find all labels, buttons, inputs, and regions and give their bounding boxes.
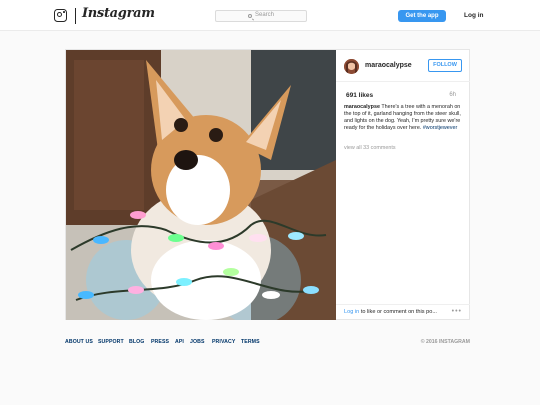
post-header: maraocalypse FOLLOW [336, 50, 470, 82]
instagram-camera-icon[interactable] [54, 9, 67, 22]
post-photo[interactable] [66, 50, 336, 320]
footer-link-api[interactable]: API [175, 339, 184, 345]
post-sidebar: maraocalypse FOLLOW 691 likes 6h maraoca… [336, 50, 470, 320]
post-caption: maraocalypse There's a tree with a menor… [344, 104, 469, 132]
search-placeholder: Search [255, 12, 275, 18]
nav-divider [75, 8, 76, 24]
follow-button[interactable]: FOLLOW [428, 59, 462, 72]
footer-link-about[interactable]: ABOUT US [65, 339, 93, 345]
caption-username[interactable]: maraocalypse [344, 104, 380, 110]
comment-bar: Log in to like or comment on this po... … [336, 304, 470, 320]
comment-login-link[interactable]: Log in [344, 309, 359, 315]
avatar[interactable] [344, 59, 359, 74]
more-options-icon[interactable]: ••• [452, 308, 462, 316]
post-time[interactable]: 6h [449, 92, 456, 98]
footer-link-support[interactable]: SUPPORT [98, 339, 124, 345]
instagram-wordmark[interactable]: Instagram [82, 6, 155, 21]
footer-link-press[interactable]: PRESS [151, 339, 169, 345]
caption-hashtag[interactable]: #worstjewever [423, 125, 457, 131]
footer: ABOUT US SUPPORT BLOG PRESS API JOBS PRI… [65, 339, 470, 349]
post-card: maraocalypse FOLLOW 691 likes 6h maraoca… [65, 49, 470, 320]
comment-prompt: Log in to like or comment on this po... [344, 309, 437, 315]
comment-prompt-text: to like or comment on this po... [360, 309, 437, 315]
get-the-app-button[interactable]: Get the app [398, 10, 446, 22]
search-input[interactable]: Search [215, 10, 307, 22]
likes-count[interactable]: 691 likes [346, 92, 373, 99]
footer-link-terms[interactable]: TERMS [241, 339, 260, 345]
search-icon [248, 14, 252, 18]
footer-link-jobs[interactable]: JOBS [190, 339, 205, 345]
view-all-comments-link[interactable]: view all 33 comments [344, 145, 396, 151]
post-username[interactable]: maraocalypse [365, 62, 412, 69]
footer-link-blog[interactable]: BLOG [129, 339, 144, 345]
login-link[interactable]: Log in [464, 12, 484, 19]
footer-link-privacy[interactable]: PRIVACY [212, 339, 235, 345]
copyright: © 2016 INSTAGRAM [420, 339, 470, 345]
top-nav: Instagram Search Get the app Log in [0, 0, 540, 31]
